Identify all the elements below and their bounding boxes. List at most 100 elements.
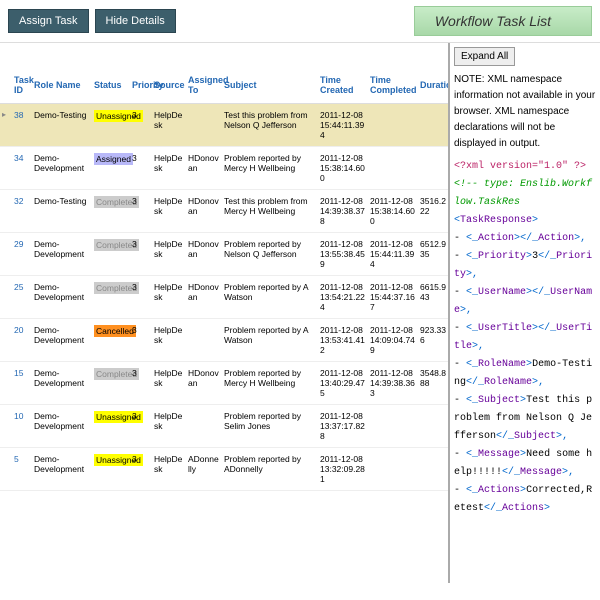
created-cell: 2011-12-08 13:37:17.828 [318, 405, 368, 448]
col-assigned[interactable]: Assigned To [186, 67, 222, 104]
col-source[interactable]: Source [152, 67, 186, 104]
source-cell: HelpDesk [152, 276, 186, 319]
assigned-cell: ADonnelly [186, 448, 222, 491]
role-cell: Demo-Development [32, 276, 92, 319]
subject-cell: Problem reported by ADonnelly [222, 448, 318, 491]
task-id-cell[interactable]: 38 [12, 104, 32, 147]
completed-cell: 2011-12-08 15:44:37.167 [368, 276, 418, 319]
status-cell: Completed [92, 362, 130, 405]
task-table: Task ID Role Name Status Priority Source… [0, 67, 450, 491]
row-expand-icon[interactable] [0, 190, 12, 233]
col-duration[interactable]: Duration [418, 67, 450, 104]
task-id-cell[interactable]: 15 [12, 362, 32, 405]
created-cell: 2011-12-08 13:53:41.412 [318, 319, 368, 362]
row-expand-icon[interactable]: ▸ [0, 104, 12, 147]
table-header-row: Task ID Role Name Status Priority Source… [0, 67, 450, 104]
source-cell: HelpDesk [152, 190, 186, 233]
task-id-cell[interactable]: 25 [12, 276, 32, 319]
status-cell: Assigned [92, 147, 130, 190]
subject-cell: Problem reported by Nelson Q Jefferson [222, 233, 318, 276]
duration-cell [418, 147, 450, 190]
subject-cell: Problem reported by Selim Jones [222, 405, 318, 448]
created-cell: 2011-12-08 15:44:11.394 [318, 104, 368, 147]
priority-cell: 3 [130, 147, 152, 190]
created-cell: 2011-12-08 13:32:09.281 [318, 448, 368, 491]
assigned-cell [186, 104, 222, 147]
row-expand-icon[interactable] [0, 319, 12, 362]
completed-cell: 2011-12-08 14:39:38.363 [368, 362, 418, 405]
subject-cell: Problem reported by Mercy H Wellbeing [222, 147, 318, 190]
top-toolbar: Assign Task Hide Details Workflow Task L… [0, 0, 600, 43]
col-role[interactable]: Role Name [32, 67, 92, 104]
duration-cell [418, 448, 450, 491]
row-expand-icon[interactable] [0, 362, 12, 405]
table-row[interactable]: 25Demo-DevelopmentCompleted3HelpDeskHDon… [0, 276, 450, 319]
task-id-cell[interactable]: 20 [12, 319, 32, 362]
role-cell: Demo-Development [32, 362, 92, 405]
created-cell: 2011-12-08 13:55:38.459 [318, 233, 368, 276]
role-cell: Demo-Development [32, 147, 92, 190]
row-expand-icon[interactable] [0, 276, 12, 319]
status-cell: Cancelled [92, 319, 130, 362]
col-completed[interactable]: Time Completed [368, 67, 418, 104]
assigned-cell: HDonovan [186, 233, 222, 276]
assigned-cell: HDonovan [186, 362, 222, 405]
task-id-cell[interactable]: 32 [12, 190, 32, 233]
table-row[interactable]: 5Demo-DevelopmentUnassigned3HelpDeskADon… [0, 448, 450, 491]
row-expand-icon[interactable] [0, 405, 12, 448]
task-list-panel: Task ID Role Name Status Priority Source… [0, 43, 450, 583]
col-task-id[interactable]: Task ID [12, 67, 32, 104]
table-row[interactable]: ▸38Demo-TestingUnassigned3HelpDeskTest t… [0, 104, 450, 147]
assign-task-button[interactable]: Assign Task [8, 9, 89, 33]
task-id-cell[interactable]: 29 [12, 233, 32, 276]
subject-cell: Test this problem from Mercy H Wellbeing [222, 190, 318, 233]
col-subject[interactable]: Subject [222, 67, 318, 104]
assigned-cell [186, 319, 222, 362]
task-id-cell[interactable]: 34 [12, 147, 32, 190]
col-status[interactable]: Status [92, 67, 130, 104]
source-cell: HelpDesk [152, 405, 186, 448]
task-id-cell[interactable]: 10 [12, 405, 32, 448]
source-cell: HelpDesk [152, 448, 186, 491]
duration-cell [418, 405, 450, 448]
table-row[interactable]: 15Demo-DevelopmentCompleted3HelpDeskHDon… [0, 362, 450, 405]
source-cell: HelpDesk [152, 147, 186, 190]
table-row[interactable]: 32Demo-TestingCompleted3HelpDeskHDonovan… [0, 190, 450, 233]
subject-cell: Problem reported by A Watson [222, 319, 318, 362]
source-cell: HelpDesk [152, 319, 186, 362]
priority-cell: 3 [130, 276, 152, 319]
col-priority[interactable]: Priority [130, 67, 152, 104]
priority-cell: 3 [130, 319, 152, 362]
created-cell: 2011-12-08 15:38:14.600 [318, 147, 368, 190]
table-row[interactable]: 20Demo-DevelopmentCancelled3HelpDesk Prob… [0, 319, 450, 362]
duration-cell: 3516.222 [418, 190, 450, 233]
duration-cell: 3548.888 [418, 362, 450, 405]
assigned-cell [186, 405, 222, 448]
subject-cell: Problem reported by A Watson [222, 276, 318, 319]
row-expand-icon[interactable] [0, 448, 12, 491]
row-expand-icon[interactable] [0, 233, 12, 276]
completed-cell [368, 405, 418, 448]
duration-cell [418, 104, 450, 147]
row-expand-icon[interactable] [0, 147, 12, 190]
duration-cell: 923.336 [418, 319, 450, 362]
status-cell: Unassigned [92, 104, 130, 147]
expand-all-button[interactable]: Expand All [454, 47, 515, 66]
created-cell: 2011-12-08 14:39:38.378 [318, 190, 368, 233]
duration-cell: 6615.943 [418, 276, 450, 319]
role-cell: Demo-Development [32, 319, 92, 362]
col-created[interactable]: Time Created [318, 67, 368, 104]
duration-cell: 6512.935 [418, 233, 450, 276]
status-cell: Completed [92, 190, 130, 233]
table-row[interactable]: 34Demo-DevelopmentAssigned3HelpDeskHDono… [0, 147, 450, 190]
subject-cell: Problem reported by Mercy H Wellbeing [222, 362, 318, 405]
priority-cell: 3 [130, 190, 152, 233]
task-id-cell[interactable]: 5 [12, 448, 32, 491]
table-row[interactable]: 10Demo-DevelopmentUnassigned3HelpDeskPro… [0, 405, 450, 448]
xml-output: <?xml version="1.0" ?><!-- type: Enslib.… [454, 158, 596, 518]
table-row[interactable]: 29Demo-DevelopmentCompleted3HelpDeskHDon… [0, 233, 450, 276]
details-panel: Expand All NOTE: XML namespace informati… [450, 43, 600, 583]
status-cell: Unassigned [92, 448, 130, 491]
source-cell: HelpDesk [152, 362, 186, 405]
hide-details-button[interactable]: Hide Details [95, 9, 176, 33]
